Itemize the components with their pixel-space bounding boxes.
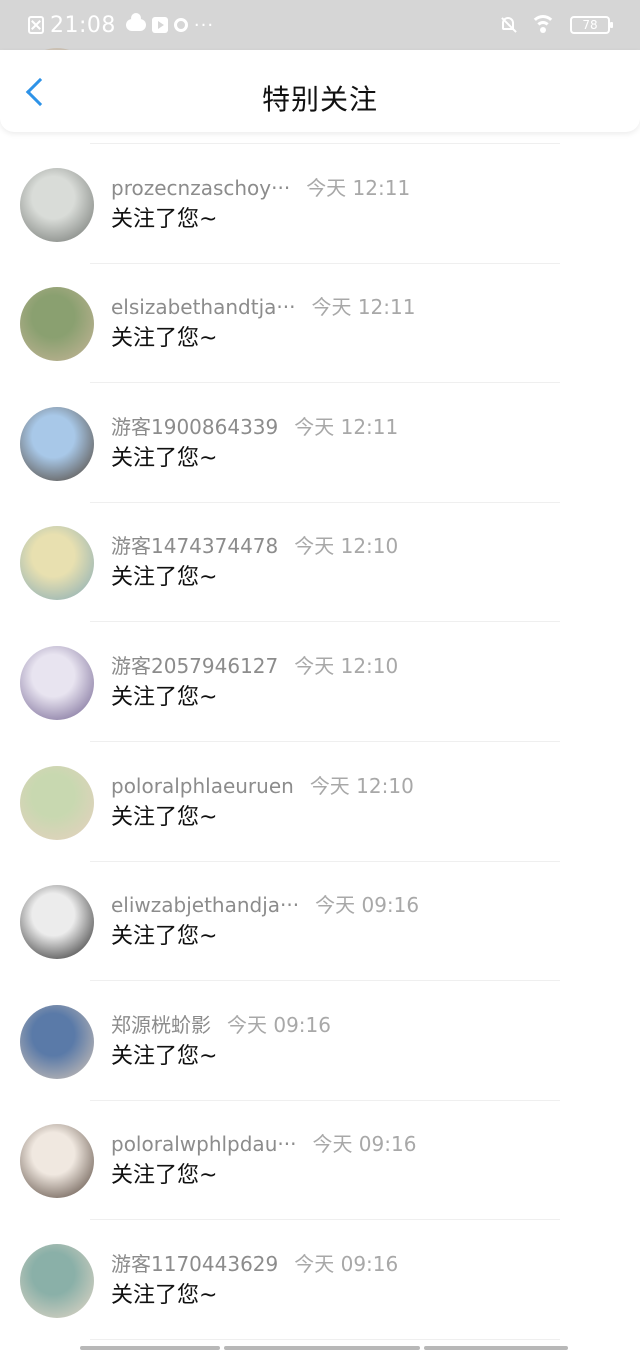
user-name[interactable]: 游客1900864339 <box>111 415 278 439</box>
page-title: 特别关注 <box>261 83 378 116</box>
avatar[interactable] <box>20 1244 94 1318</box>
user-name[interactable]: 游客1474374478 <box>111 534 278 558</box>
user-name[interactable]: 游客2057946127 <box>111 654 278 678</box>
user-name[interactable]: 郑源桄蚧影 <box>111 1013 211 1037</box>
list-item[interactable]: 游客1900864339 今天 12:11 关注了您~ <box>0 383 640 503</box>
follow-message: 关注了您~ <box>111 1163 218 1189</box>
name-line: 游客1474374478 今天 12:10 <box>111 530 398 559</box>
follow-message: 关注了您~ <box>111 804 218 830</box>
follow-time: 今天 12:10 <box>294 534 399 559</box>
name-line: poloralwphlpdau··· 今天 09:16 <box>111 1128 416 1157</box>
follow-time: 今天 09:16 <box>315 893 420 918</box>
list-item[interactable]: elsizabethandtja··· 今天 12:11 关注了您~ <box>0 263 640 384</box>
avatar[interactable] <box>20 646 94 720</box>
follow-message: 关注了您~ <box>111 685 218 710</box>
divider <box>90 1339 560 1340</box>
avatar[interactable] <box>20 885 94 960</box>
follow-time: 今天 09:16 <box>227 1012 331 1037</box>
user-name[interactable]: elsizabethandtja··· <box>111 295 295 319</box>
nav-header: 特别关注 <box>0 50 640 132</box>
name-line: 郑源桄蚧影 今天 09:16 <box>111 1009 331 1038</box>
name-line: 游客1900864339 今天 12:11 <box>111 411 398 440</box>
name-line: elsizabethandtja··· 今天 12:11 <box>111 291 415 320</box>
avatar[interactable] <box>20 406 94 481</box>
follow-time: 今天 12:11 <box>294 414 399 439</box>
user-name[interactable]: poloralwphlpdau··· <box>111 1132 296 1156</box>
follow-time: 今天 12:10 <box>294 654 399 678</box>
follow-message: 关注了您~ <box>111 1283 218 1308</box>
follow-time: 今天 12:11 <box>306 175 411 200</box>
user-name[interactable]: prozecnzaschoy··· <box>111 176 290 200</box>
name-line: eliwzabjethandja··· 今天 09:16 <box>111 889 419 918</box>
follow-message: 关注了您~ <box>111 1043 218 1069</box>
follow-message: 关注了您~ <box>111 326 218 352</box>
list-item[interactable]: eliwzabjethandja··· 今天 09:16 关注了您~ <box>0 861 640 982</box>
follow-message: 关注了您~ <box>111 924 218 950</box>
avatar[interactable] <box>20 765 94 840</box>
follow-time: 今天 12:11 <box>311 295 416 320</box>
avatar[interactable] <box>20 526 94 601</box>
name-line: poloralphlaeuruen 今天 12:10 <box>111 770 414 799</box>
list-item[interactable]: poloralphlaeuruen 今天 12:10 关注了您~ <box>0 742 640 862</box>
name-line: 游客1170443629 今天 09:16 <box>111 1248 398 1277</box>
follow-time: 今天 09:16 <box>294 1252 399 1276</box>
user-name[interactable]: eliwzabjethandja··· <box>111 893 299 917</box>
user-name[interactable]: poloralphlaeuruen <box>111 774 294 798</box>
name-line: prozecnzaschoy··· 今天 12:11 <box>111 172 410 201</box>
list-item[interactable]: poloralwphlpdau··· 今天 09:16 关注了您~ <box>0 1100 640 1221</box>
bottom-nav-hint <box>0 1345 640 1351</box>
follow-message: 关注了您~ <box>111 445 218 471</box>
follow-message: 关注了您~ <box>111 206 218 232</box>
follow-message: 关注了您~ <box>111 565 218 591</box>
avatar[interactable] <box>20 287 94 362</box>
avatar[interactable] <box>20 167 94 242</box>
list-item[interactable]: 郑源桄蚧影 今天 09:16 关注了您~ <box>0 981 640 1101</box>
list-item[interactable]: 游客1170443629 今天 09:16 关注了您~ <box>0 1220 640 1340</box>
follow-time: 今天 09:16 <box>312 1132 417 1157</box>
list-item[interactable]: prozecnzaschoy··· 今天 12:11 关注了您~ <box>0 144 640 264</box>
avatar[interactable] <box>20 1004 94 1079</box>
list-item[interactable]: 游客1474374478 今天 12:10 关注了您~ <box>0 502 640 623</box>
list-item[interactable]: 游客2057946127 今天 12:10 关注了您~ <box>0 622 640 742</box>
name-line: 游客2057946127 今天 12:10 <box>111 650 398 679</box>
avatar[interactable] <box>20 1124 94 1199</box>
user-name[interactable]: 游客1170443629 <box>111 1252 278 1276</box>
follow-time: 今天 12:10 <box>309 773 414 798</box>
